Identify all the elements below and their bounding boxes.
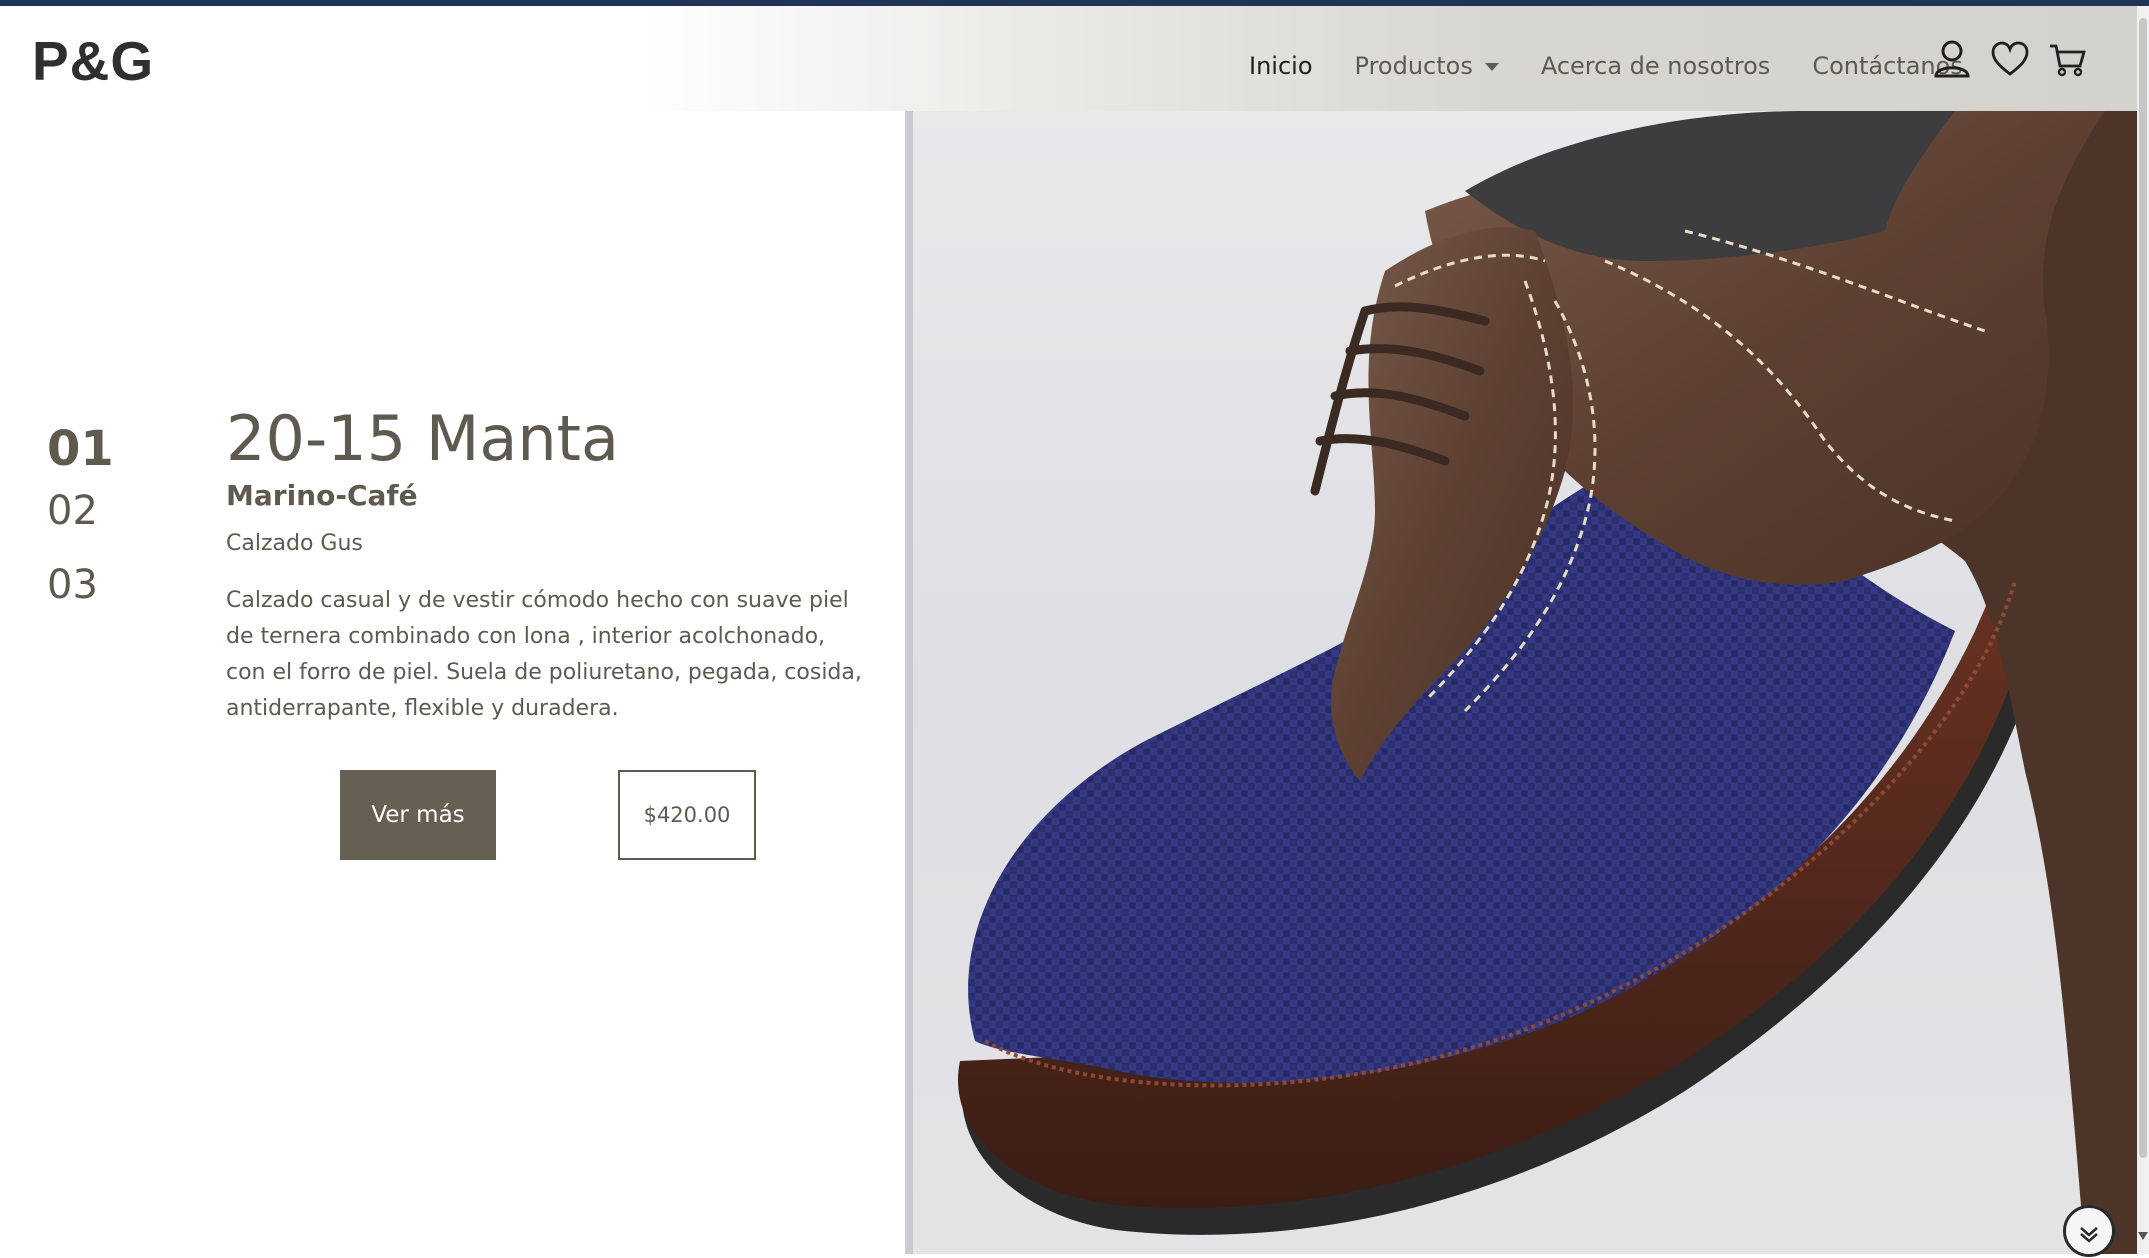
slide-number-2[interactable]: 02 [47, 485, 114, 561]
slide-indicators: 01 02 03 [47, 425, 114, 605]
see-more-label: Ver más [371, 802, 465, 828]
price-value: $420.00 [643, 803, 731, 827]
nav-link-inicio[interactable]: Inicio [1249, 52, 1313, 80]
nav-icons [1930, 34, 2104, 84]
product-name: 20-15 Manta [226, 402, 619, 475]
caret-down-icon [1484, 63, 1499, 71]
product-color: Marino-Café [226, 479, 418, 513]
nav-link-label: Inicio [1249, 52, 1313, 80]
price-badge: $420.00 [618, 770, 756, 860]
chevron-down-icon [2080, 1227, 2098, 1243]
scroll-down-button[interactable] [2063, 1205, 2115, 1257]
scrollbar-thumb[interactable] [2139, 18, 2147, 1158]
nav-link-productos[interactable]: Productos [1355, 52, 1499, 80]
nav-link-acerca[interactable]: Acerca de nosotros [1541, 52, 1770, 80]
product-description: Calzado casual y de vestir cómodo hecho … [226, 588, 862, 722]
slide-number-1[interactable]: 01 [47, 425, 114, 485]
shoe-illustration [905, 111, 2137, 1254]
navbar: P&G Inicio Productos Acerca de nosotros … [0, 6, 2137, 111]
cart-icon[interactable] [2046, 34, 2090, 84]
user-icon[interactable] [1930, 34, 1974, 84]
see-more-button[interactable]: Ver más [340, 770, 496, 860]
nav-link-label: Acerca de nosotros [1540, 52, 1771, 80]
nav-link-label: Productos [1354, 52, 1473, 80]
product-image [905, 111, 2137, 1254]
heart-icon[interactable] [1988, 34, 2032, 84]
product-brand: Calzado Gus [226, 530, 363, 556]
product-info: 20-15 Manta Marino-Café Calzado Gus Calz… [226, 402, 866, 727]
brand-logo[interactable]: P&G [32, 34, 154, 89]
nav-links: Inicio Productos Acerca de nosotros Cont… [1249, 46, 2005, 86]
slide-number-3[interactable]: 03 [47, 561, 114, 605]
scroll-arrow-down-icon[interactable] [2138, 1232, 2148, 1240]
